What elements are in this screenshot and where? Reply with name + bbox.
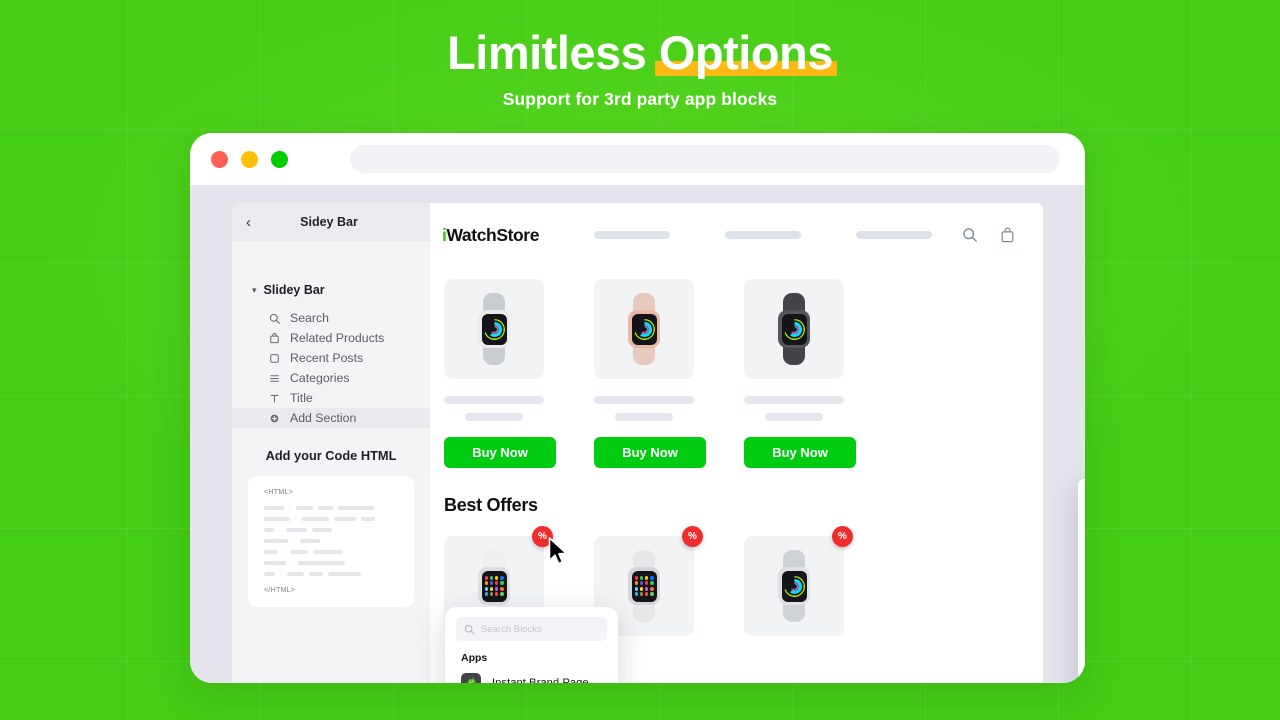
panel-body: Home Page Collections About us Contact u… xyxy=(1078,479,1085,683)
sidebar-item-categories[interactable]: Categories xyxy=(232,368,430,388)
browser-chrome xyxy=(190,133,1085,185)
slidey-bar-panel: ✖ Home Page Collections About us Contact… xyxy=(1078,479,1085,683)
nav-placeholder[interactable] xyxy=(725,231,802,239)
plus-circle-icon xyxy=(268,412,280,424)
watch-illustration xyxy=(474,293,514,365)
product-title-skeleton xyxy=(444,396,544,404)
code-line: : xyxy=(264,571,400,577)
product-card[interactable]: Buy Now xyxy=(444,279,556,468)
code-open-tag: <HTML> xyxy=(264,489,294,496)
code-close-tag: </HTML> xyxy=(264,587,296,594)
code-html-block: Add your Code HTML <HTML> : : : : : : : … xyxy=(232,448,430,607)
chevron-down-icon[interactable]: ▾ xyxy=(252,285,257,296)
window-maximize-button[interactable] xyxy=(271,150,288,168)
add-block-dropdown: Apps Instant Brand Page LFS Author Signa… xyxy=(445,607,618,683)
hero-section: Limitless Options Support for 3rd party … xyxy=(0,0,1280,110)
store-logo-rest: WatchStore xyxy=(446,224,540,245)
tree-root-label: Slidey Bar xyxy=(263,283,325,297)
section-tree: ▾ Slidey Bar Search Related Products Rec… xyxy=(232,241,430,428)
discount-badge: % xyxy=(832,526,853,547)
code-skeleton-lines: : : : : : : : xyxy=(264,505,400,577)
headline-accent-wrap: Options xyxy=(654,26,837,79)
sidebar-item-title[interactable]: Title xyxy=(232,388,430,408)
product-image xyxy=(594,279,694,379)
code-card-title: Add your Code HTML xyxy=(265,448,397,463)
buy-now-button[interactable]: Buy Now xyxy=(444,437,556,468)
text-icon xyxy=(268,392,280,404)
blocks-group-label: Apps xyxy=(461,652,488,664)
product-price-skeleton xyxy=(615,413,673,421)
sidebar-title: Sidey Bar xyxy=(300,215,358,229)
blocks-search-input[interactable] xyxy=(481,623,599,635)
sidebar-item-search[interactable]: Search xyxy=(232,308,430,328)
product-price-skeleton xyxy=(765,413,823,421)
headline-accent-text: Options xyxy=(658,26,834,79)
watch-illustration xyxy=(624,293,664,365)
sidebar-item-recent-posts[interactable]: Recent Posts xyxy=(232,348,430,368)
sidebar-item-label: Categories xyxy=(290,371,350,385)
offers-section-title: Best Offers xyxy=(444,495,538,515)
sidebar-item-label: Related Products xyxy=(290,331,385,345)
product-card[interactable]: Buy Now xyxy=(744,279,856,468)
buy-now-button[interactable]: Buy Now xyxy=(744,437,856,468)
browser-viewport: ‹ Sidey Bar ▾ Slidey Bar Search Related … xyxy=(190,185,1085,683)
code-line: : xyxy=(264,516,400,522)
store-logo[interactable]: iWatchStore xyxy=(442,225,539,246)
sidebar-item-label: Recent Posts xyxy=(290,351,364,365)
store-nav xyxy=(594,231,940,239)
pear-app-icon xyxy=(461,672,481,683)
offer-card[interactable]: % xyxy=(744,526,853,636)
bag-icon xyxy=(268,332,280,344)
nav-placeholder[interactable] xyxy=(856,231,933,239)
discount-badge: % xyxy=(682,526,703,547)
editor-sidebar: ‹ Sidey Bar ▾ Slidey Bar Search Related … xyxy=(232,203,430,683)
search-icon xyxy=(464,624,475,635)
code-line: : xyxy=(264,538,400,544)
sidebar-header: ‹ Sidey Bar xyxy=(232,203,430,241)
block-item-label: Instant Brand Page xyxy=(492,676,589,684)
offer-image xyxy=(744,536,844,636)
watch-illustration xyxy=(624,550,664,622)
product-image xyxy=(444,279,544,379)
browser-window: ‹ Sidey Bar ▾ Slidey Bar Search Related … xyxy=(190,133,1085,683)
window-close-button[interactable] xyxy=(211,150,228,168)
product-title-skeleton xyxy=(744,396,844,404)
tree-root-item[interactable]: ▾ Slidey Bar xyxy=(232,283,430,297)
hero-subtitle: Support for 3rd party app blocks xyxy=(502,88,778,109)
buy-now-button[interactable]: Buy Now xyxy=(594,437,706,468)
sidebar-item-label: Search xyxy=(290,311,329,325)
square-icon xyxy=(268,352,280,364)
product-price-skeleton xyxy=(465,413,523,421)
page-title: Limitless Options xyxy=(0,27,1280,79)
block-item-instant-brand-page[interactable]: Instant Brand Page xyxy=(445,668,618,683)
sidebar-item-add-section[interactable]: Add Section xyxy=(232,408,430,428)
watch-illustration xyxy=(774,550,814,622)
watch-illustration xyxy=(774,293,814,365)
product-card[interactable]: Buy Now xyxy=(594,279,706,468)
sidebar-item-label: Title xyxy=(290,391,313,405)
sidebar-item-label: Add Section xyxy=(290,411,357,425)
blocks-search-box[interactable] xyxy=(456,617,607,641)
theme-editor-workspace: ‹ Sidey Bar ▾ Slidey Bar Search Related … xyxy=(232,203,1085,683)
code-line: : xyxy=(264,527,400,533)
code-line: : xyxy=(264,505,400,511)
sidebar-item-related-products[interactable]: Related Products xyxy=(232,328,430,348)
address-bar[interactable] xyxy=(350,145,1060,173)
list-icon xyxy=(268,372,280,384)
search-icon[interactable] xyxy=(962,227,978,243)
code-line: : xyxy=(264,560,400,566)
arrow-pointer-icon xyxy=(548,537,570,568)
window-minimize-button[interactable] xyxy=(241,150,258,168)
product-title-skeleton xyxy=(594,396,694,404)
nav-placeholder[interactable] xyxy=(594,231,671,239)
shopping-bag-icon[interactable] xyxy=(1000,227,1015,243)
headline-plain-text: Limitless xyxy=(447,26,659,79)
product-image xyxy=(744,279,844,379)
product-list: Buy Now Buy Now Buy Now xyxy=(430,267,1043,468)
code-line: : xyxy=(264,549,400,555)
search-icon xyxy=(268,312,280,324)
store-header: iWatchStore xyxy=(430,203,1043,267)
code-card[interactable]: <HTML> : : : : : : : </HTML> xyxy=(248,476,414,607)
